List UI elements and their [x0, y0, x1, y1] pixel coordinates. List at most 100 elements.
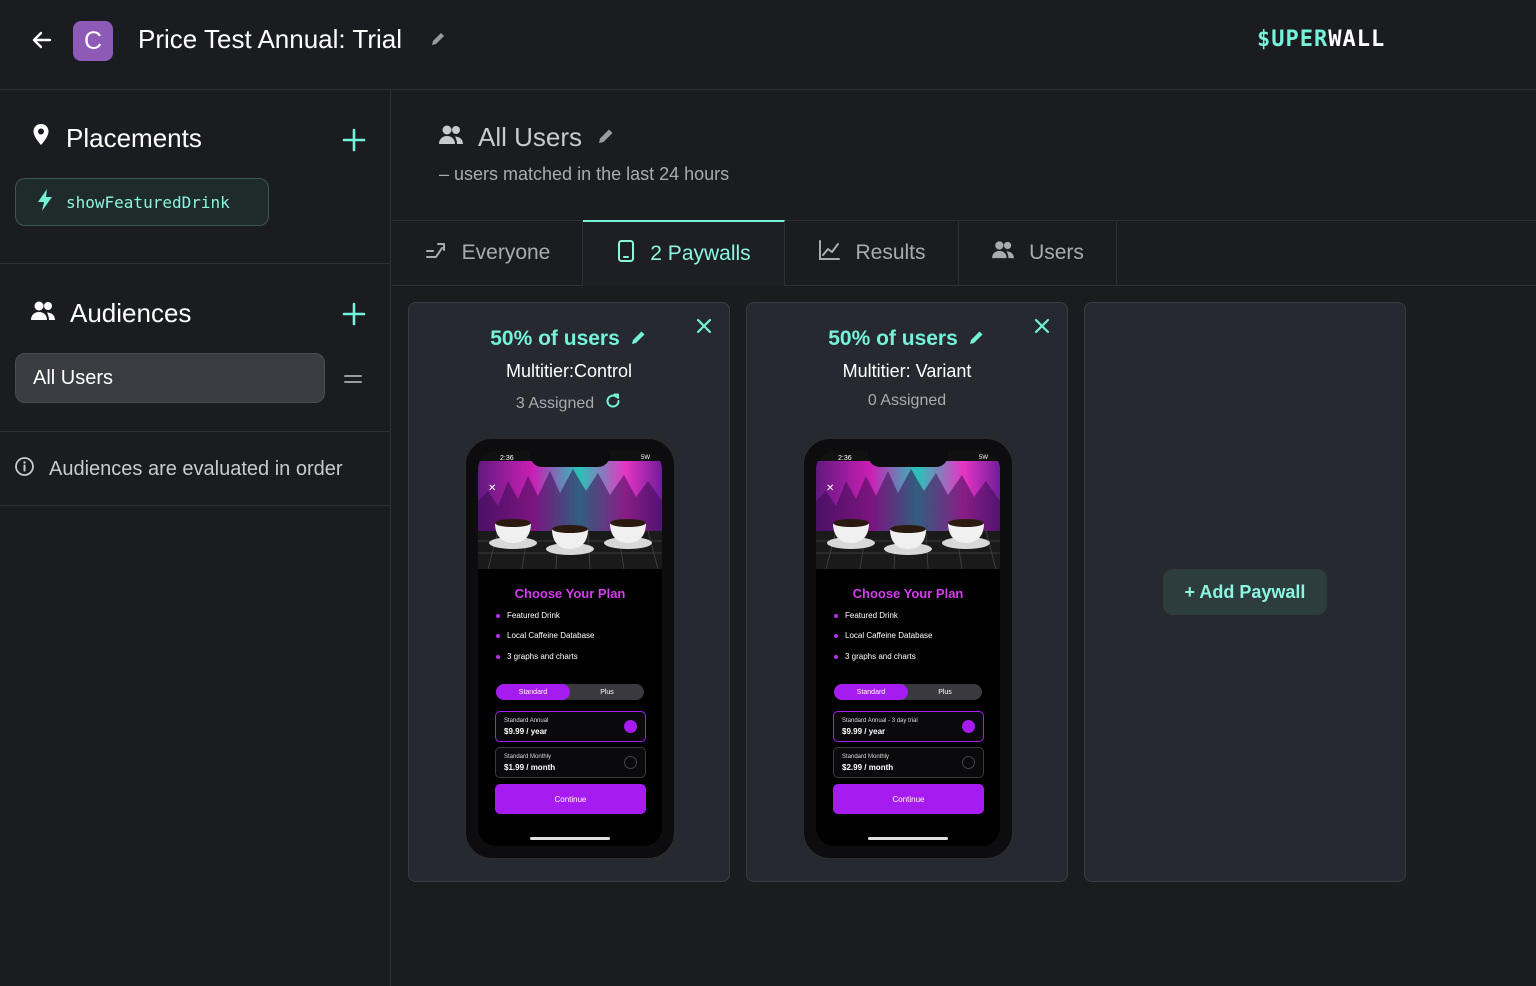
phone-status-signal: 5W — [979, 455, 988, 461]
radio-empty-icon — [624, 756, 637, 769]
traffic-percent-text: 50% of users — [490, 327, 620, 350]
paywall-card-control[interactable]: 50% of users Multitier:Control 3 Assigne… — [408, 302, 730, 882]
edit-audience-pencil-icon[interactable] — [596, 122, 616, 153]
radio-empty-icon — [962, 756, 975, 769]
tab-paywalls[interactable]: 2 Paywalls — [583, 220, 785, 286]
bullet-icon — [496, 654, 500, 659]
tab-bar: Everyone 2 Paywalls Results Users — [392, 220, 1536, 286]
info-section: Audiences are evaluated in order — [0, 432, 391, 506]
feature-text: Featured Drink — [845, 611, 898, 620]
paywall-close-icon: ✕ — [488, 483, 497, 494]
paywall-preview-phone[interactable]: 2:36 5W ✕ Choose Your Plan Featured Drin… — [802, 437, 1014, 860]
assigned-text: 0 Assigned — [867, 392, 947, 409]
audience-title-text: All Users — [478, 122, 583, 152]
tab-users[interactable]: Users — [959, 221, 1117, 285]
paywall-continue-button: Continue — [833, 784, 984, 814]
bullet-icon — [834, 613, 838, 618]
plan-option-price: $9.99 / year — [842, 727, 886, 736]
phone-status-signal: 5W — [641, 455, 650, 461]
plan-option-monthly: Standard Monthly $2.99 / month — [833, 747, 984, 778]
top-header: C Price Test Annual: Trial $UPERWALL — [0, 0, 1536, 90]
edit-percent-pencil-icon[interactable] — [968, 328, 986, 351]
audience-order-text: Audiences are evaluated in order — [49, 458, 343, 480]
home-indicator — [530, 837, 610, 840]
traffic-percent: 50% of users — [409, 327, 729, 351]
phone-notch — [868, 451, 948, 467]
back-arrow-icon[interactable] — [26, 24, 58, 56]
plan-option-label: Standard Monthly — [504, 754, 552, 760]
traffic-percent-text: 50% of users — [828, 327, 958, 350]
bullet-icon — [834, 633, 838, 638]
assigned-count: 3 Assigned — [409, 392, 729, 415]
paywall-plan-title: Choose Your Plan — [514, 586, 626, 601]
feature-text: 3 graphs and charts — [845, 652, 916, 661]
paywall-name: Multitier:Control — [505, 361, 633, 381]
placements-section: Placements showFeaturedDrink — [0, 90, 391, 264]
traffic-percent: 50% of users — [747, 327, 1067, 351]
phone-status-time: 2:36 — [500, 455, 514, 462]
paywall-preview-phone[interactable]: 2:36 5W ✕ Choose Your Plan Featured Drin… — [464, 437, 676, 860]
campaign-title: Price Test Annual: Trial — [138, 24, 402, 54]
map-pin-icon — [30, 123, 52, 154]
feature-item: Local Caffeine Database — [496, 631, 594, 640]
audience-item-all-users[interactable]: All Users — [15, 353, 325, 403]
users-icon — [438, 122, 464, 153]
feature-text: 3 graphs and charts — [507, 652, 578, 661]
paywall-plan-title: Choose Your Plan — [852, 586, 964, 601]
sidebar: Placements showFeaturedDrink Audiences A… — [0, 90, 391, 986]
placement-chip[interactable]: showFeaturedDrink — [15, 178, 269, 226]
plan-option-annual: Standard Annual $9.99 / year — [495, 711, 646, 742]
tab-users-label: Users — [1029, 241, 1084, 264]
paywall-card-variant[interactable]: 50% of users Multitier: Variant 0 Assign… — [746, 302, 1068, 882]
phone-status-time: 2:36 — [838, 455, 852, 462]
feature-text: Featured Drink — [507, 611, 560, 620]
edit-title-pencil-icon[interactable] — [429, 30, 449, 50]
bullet-icon — [496, 633, 500, 638]
bullet-icon — [496, 613, 500, 618]
tab-everyone-label: Everyone — [461, 241, 551, 264]
radio-check-icon — [962, 720, 975, 733]
bullet-icon — [834, 654, 838, 659]
edit-percent-pencil-icon[interactable] — [630, 328, 648, 351]
segment-plus: Plus — [600, 688, 614, 696]
audience-order-note: Audiences are evaluated in order — [14, 456, 343, 483]
placements-heading: Placements — [30, 123, 202, 154]
assigned-count: 0 Assigned — [747, 392, 1067, 410]
plan-segment-control: Standard Plus — [496, 684, 644, 700]
feature-item: Featured Drink — [496, 611, 560, 620]
refresh-icon[interactable] — [604, 392, 622, 415]
add-paywall-card: + Add Paywall — [1084, 302, 1406, 882]
bolt-icon — [36, 188, 54, 217]
tab-results[interactable]: Results — [785, 221, 959, 285]
segment-standard: Standard — [496, 684, 570, 700]
app-avatar[interactable]: C — [73, 21, 113, 61]
home-indicator — [868, 837, 948, 840]
add-placement-plus-icon[interactable] — [340, 126, 368, 154]
plan-option-label: Standard Monthly — [842, 754, 890, 760]
coffee-hero-image — [478, 451, 662, 569]
paywall-continue-button: Continue — [495, 784, 646, 814]
tab-results-label: Results — [855, 241, 926, 264]
users-icon — [30, 298, 56, 329]
audiences-section: Audiences All Users — [0, 264, 391, 432]
add-paywall-button[interactable]: + Add Paywall — [1163, 569, 1327, 615]
tab-everyone[interactable]: Everyone — [392, 221, 583, 285]
plan-option-price: $9.99 / year — [504, 727, 548, 736]
feature-item: Featured Drink — [834, 611, 898, 620]
feature-item: 3 graphs and charts — [496, 652, 578, 661]
paywall-close-icon: ✕ — [826, 483, 835, 494]
tablet-icon — [616, 239, 636, 269]
feature-text: Local Caffeine Database — [845, 631, 933, 640]
superwall-logo: $UPERWALL — [1257, 27, 1385, 52]
placements-label: Placements — [66, 123, 202, 153]
plan-option-monthly: Standard Monthly $1.99 / month — [495, 747, 646, 778]
placement-name: showFeaturedDrink — [66, 192, 230, 212]
phone-notch — [530, 451, 610, 467]
drag-handle-icon[interactable] — [342, 368, 364, 390]
plan-segment-control: Standard Plus — [834, 684, 982, 700]
feature-item: Local Caffeine Database — [834, 631, 932, 640]
plan-option-price: $1.99 / month — [504, 763, 556, 772]
add-audience-plus-icon[interactable] — [340, 300, 368, 328]
route-icon — [424, 239, 448, 267]
brand-prefix: $UPER — [1257, 27, 1329, 52]
